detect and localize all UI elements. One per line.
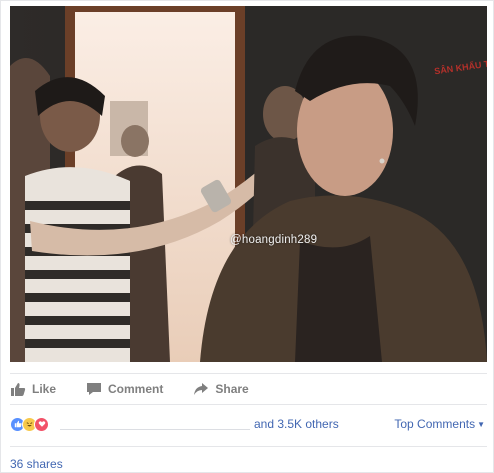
- comment-button[interactable]: Comment: [86, 382, 163, 396]
- shares-count-link[interactable]: 36 shares: [10, 446, 487, 471]
- like-label: Like: [32, 382, 57, 396]
- comment-label: Comment: [108, 382, 164, 396]
- speech-bubble-icon: [86, 382, 102, 396]
- top-comments-label: Top Comments: [394, 417, 476, 431]
- share-arrow-icon: [193, 382, 209, 396]
- caret-down-icon: ▼: [477, 420, 485, 429]
- reaction-count-link[interactable]: and 3.5K others: [254, 417, 339, 431]
- photo-image: [10, 6, 487, 362]
- reaction-emoji-stack[interactable]: [10, 416, 49, 432]
- share-label: Share: [215, 382, 249, 396]
- post-photo[interactable]: SÂN KHẤU TÓM 3 @hoangdinh289: [10, 6, 487, 362]
- top-comments-dropdown[interactable]: Top Comments ▼: [394, 417, 485, 431]
- reactions-row: and 3.5K others Top Comments ▼: [10, 413, 487, 435]
- reactor-names-redacted: [60, 418, 250, 430]
- post-action-bar: Like Comment Share: [10, 373, 487, 405]
- post-card: SÂN KHẤU TÓM 3 @hoangdinh289 Like Commen…: [0, 0, 494, 473]
- share-button[interactable]: Share: [193, 382, 249, 396]
- like-button[interactable]: Like: [10, 382, 56, 396]
- thumbs-up-icon: [10, 382, 26, 396]
- love-reaction-icon: [34, 416, 49, 432]
- photo-watermark: @hoangdinh289: [230, 234, 318, 246]
